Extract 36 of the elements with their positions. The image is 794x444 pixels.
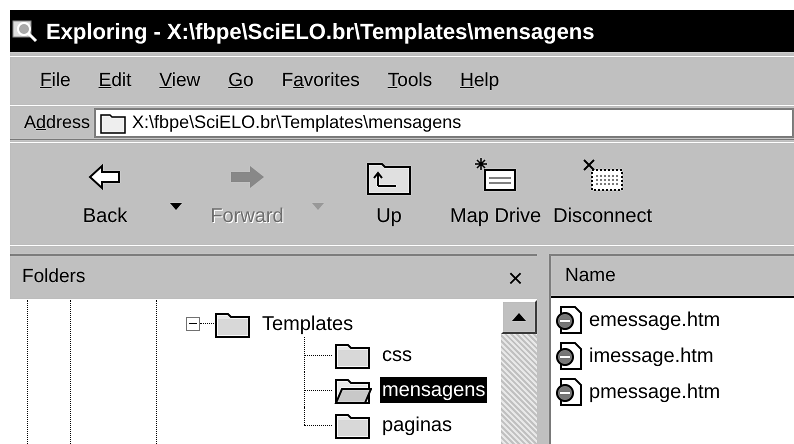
close-button[interactable]: × [508, 264, 523, 290]
menu-item[interactable]: Go [228, 66, 254, 96]
toolbar-button[interactable]: Up [334, 157, 444, 231]
file-name[interactable]: imessage.htm [589, 341, 714, 371]
scrollbar[interactable] [501, 300, 537, 444]
pane-title: Folders [22, 265, 86, 290]
menu-item[interactable]: File [40, 66, 71, 96]
web-page-icon [555, 377, 583, 407]
menu-item[interactable]: Edit [98, 66, 132, 96]
web-page-icon [555, 305, 583, 335]
dropdown-arrow-icon[interactable] [170, 203, 182, 211]
folder-icon [100, 112, 126, 134]
forward-arrow-icon [228, 163, 266, 191]
column-header[interactable]: Name [551, 256, 794, 298]
address-field[interactable]: X:\fbpe\SciELO.br\Templates\mensagens [94, 108, 794, 138]
file-name[interactable]: pmessage.htm [589, 377, 720, 407]
menu-item[interactable]: Help [460, 66, 500, 96]
up-triangle-icon [512, 313, 526, 321]
collapse-button[interactable] [186, 316, 200, 330]
back-arrow-icon [88, 163, 122, 191]
folder-label[interactable]: css [380, 342, 414, 368]
menu-item[interactable]: View [159, 66, 200, 96]
folder-label[interactable]: paginas [380, 412, 454, 438]
folder-label[interactable]: mensagens [380, 376, 488, 402]
folder-label[interactable]: Templates [260, 310, 356, 336]
toolbar-button[interactable]: Map Drive [444, 157, 548, 231]
file-name[interactable]: emessage.htm [589, 305, 720, 335]
scroll-up-button[interactable] [501, 300, 537, 334]
toolbar-button[interactable]: Back [50, 157, 160, 231]
window-title: Exploring - X:\fbpe\SciELO.br\Templates\mensagens [46, 18, 594, 46]
address-label: Address [24, 111, 90, 134]
web-page-icon [555, 341, 583, 371]
address-value: X:\fbpe\SciELO.br\Templates\mensagens [132, 111, 462, 134]
menu-item[interactable]: Tools [388, 66, 432, 96]
toolbar-button[interactable]: Disconnect [547, 157, 658, 231]
menu-item[interactable]: Favorites [282, 66, 360, 96]
